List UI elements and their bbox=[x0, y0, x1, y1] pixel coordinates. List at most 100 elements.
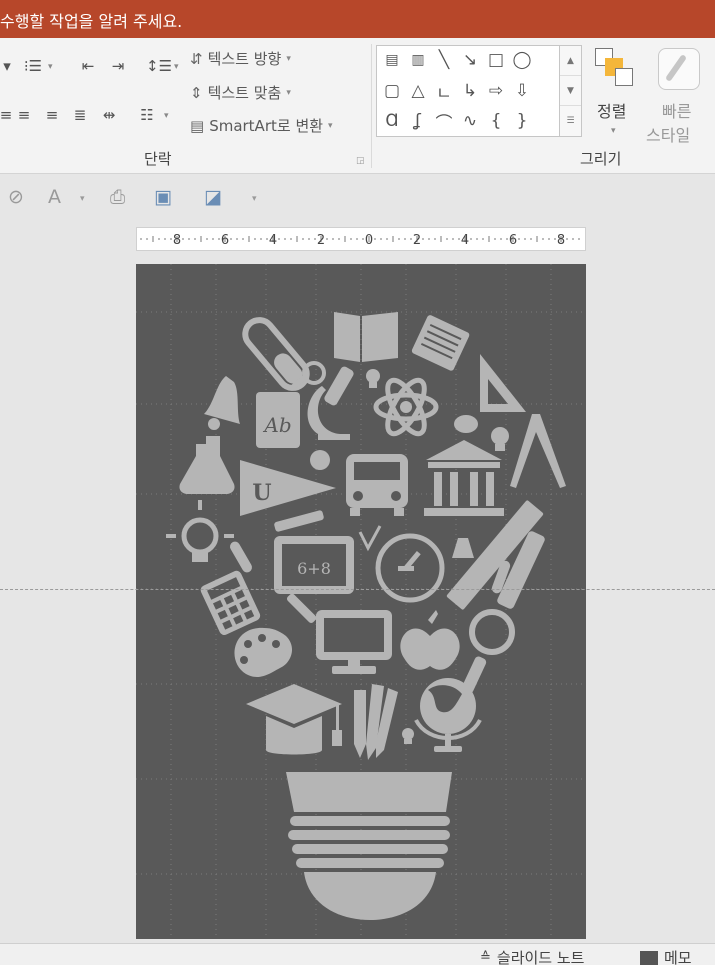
slide-canvas[interactable]: Ab U 6+8 bbox=[136, 264, 586, 939]
align-left-icon[interactable]: ≡ bbox=[0, 104, 12, 126]
ruler-label: 6 bbox=[221, 233, 229, 248]
title-bar: 수행할 작업을 알려 주세요. bbox=[0, 0, 715, 38]
notes-icon: ≙ bbox=[480, 950, 491, 965]
align-right-icon[interactable]: ≡ bbox=[40, 104, 64, 126]
paint-palette-icon bbox=[234, 627, 293, 678]
group-separator bbox=[371, 44, 372, 168]
oval-shape-icon[interactable]: ◯ bbox=[511, 49, 533, 71]
apple-icon bbox=[400, 610, 460, 670]
text-box-shape-icon[interactable]: ▤ bbox=[381, 49, 403, 71]
right-arrow-shape-icon[interactable]: ⇨ bbox=[485, 80, 507, 102]
ruler-label: 4 bbox=[461, 233, 469, 248]
bell-icon bbox=[204, 376, 240, 424]
elbow-connector-shape-icon[interactable]: ㄴ bbox=[433, 80, 455, 104]
slide-illustration: Ab U 6+8 bbox=[136, 264, 586, 939]
arc-shape-icon[interactable]: ⌒ bbox=[433, 110, 455, 134]
triangle-shape-icon[interactable]: △ bbox=[407, 80, 429, 102]
paragraph-dialog-launcher-icon[interactable]: ◲ bbox=[356, 156, 365, 166]
horizontal-guide bbox=[0, 589, 715, 590]
compass-icon bbox=[510, 414, 566, 488]
align-text-dropdown-icon: ▾ bbox=[286, 87, 291, 98]
numbering-dropdown-icon[interactable]: ▾ bbox=[48, 62, 53, 72]
columns-dropdown-icon[interactable]: ▾ bbox=[164, 111, 169, 121]
drawing-group-label: 그리기 bbox=[580, 150, 622, 168]
arrow-line-shape-icon[interactable]: ↘ bbox=[459, 49, 481, 71]
open-book-icon bbox=[334, 312, 398, 362]
justify-icon[interactable]: ≣ bbox=[68, 104, 92, 126]
text-effects-icon[interactable]: A bbox=[48, 186, 61, 208]
microscope-icon bbox=[307, 366, 354, 440]
arrange-button[interactable]: 정렬 ▾ bbox=[590, 44, 640, 140]
bulb-base-icon bbox=[286, 772, 452, 920]
quick-styles-button[interactable]: 빠른 스타일 bbox=[644, 44, 715, 145]
status-bar: ≙ 슬라이드 노트 메모 bbox=[0, 943, 715, 965]
rectangle-shape-icon[interactable]: □ bbox=[485, 49, 507, 71]
tell-me-search[interactable]: 수행할 작업을 알려 주세요. bbox=[0, 8, 182, 32]
gallery-more-icon[interactable]: ☰ bbox=[560, 106, 581, 136]
elbow-arrow-shape-icon[interactable]: ↳ bbox=[459, 80, 481, 102]
arrange-dropdown-icon: ▾ bbox=[611, 126, 616, 136]
small-apple-icon bbox=[310, 450, 330, 470]
line-spacing-dropdown-icon[interactable]: ▾ bbox=[174, 62, 179, 72]
ruler-label: 8 bbox=[557, 233, 565, 248]
text-direction-dropdown-icon: ▾ bbox=[286, 53, 291, 64]
shapes-gallery-scroller: ▲ ▼ ☰ bbox=[560, 45, 582, 137]
distributed-icon[interactable]: ⇹ bbox=[96, 104, 122, 126]
quick-styles-label-1: 빠른 bbox=[662, 102, 692, 121]
right-brace-shape-icon[interactable]: } bbox=[511, 110, 533, 132]
freeform-shape-icon[interactable]: Ɑ bbox=[381, 110, 403, 132]
picture-web-icon[interactable]: ◪ bbox=[204, 186, 222, 208]
small-pencil-icon bbox=[274, 510, 324, 532]
line-shape-icon[interactable]: ╲ bbox=[433, 49, 455, 71]
pennant-letter: U bbox=[252, 480, 271, 506]
shape-merge-icon[interactable]: ⊘ bbox=[8, 186, 24, 208]
picture-display-icon[interactable]: ▣ bbox=[154, 186, 172, 208]
paragraph-group-label: 단락 bbox=[144, 150, 172, 168]
comments-icon bbox=[640, 950, 658, 965]
numbering-icon[interactable]: ⁝☰ bbox=[20, 55, 46, 77]
graduation-cap-icon bbox=[246, 684, 342, 755]
calculator-icon bbox=[200, 570, 261, 636]
align-text-button[interactable]: ⇕ 텍스트 맞춤 ▾ bbox=[190, 82, 291, 103]
curve-shape-icon[interactable]: ∿ bbox=[459, 110, 481, 132]
text-direction-icon: ⇵ bbox=[190, 49, 203, 68]
text-direction-button[interactable]: ⇵ 텍스트 방향 ▾ bbox=[190, 48, 291, 69]
bulb-tiny-icon bbox=[402, 728, 414, 744]
gallery-scroll-down-icon[interactable]: ▼ bbox=[560, 76, 581, 106]
line-spacing-icon[interactable]: ↕☰ bbox=[146, 55, 172, 77]
smartart-convert-button[interactable]: ▤ SmartArt로 변환 ▾ bbox=[190, 115, 333, 136]
toolbar-more-icon[interactable]: ▾ bbox=[252, 194, 257, 204]
increase-indent-icon[interactable]: ⇥ bbox=[106, 55, 130, 77]
museum-icon bbox=[424, 440, 504, 516]
ruler-label: 8 bbox=[173, 233, 181, 248]
pencils-icon bbox=[354, 684, 398, 760]
left-brace-shape-icon[interactable]: { bbox=[485, 110, 507, 132]
monitor-icon bbox=[316, 610, 392, 674]
comments-button[interactable]: 메모 bbox=[640, 947, 692, 965]
magnifier-icon bbox=[461, 609, 515, 694]
smartart-dropdown-icon: ▾ bbox=[328, 120, 333, 131]
down-arrow-shape-icon[interactable]: ⇩ bbox=[511, 80, 533, 102]
text-effects-dropdown-icon[interactable]: ▾ bbox=[80, 194, 85, 204]
format-painter-icon[interactable]: ⎙ bbox=[110, 186, 125, 208]
ruler-ticks: 8 6 4 2 0 2 4 6 8 bbox=[140, 233, 580, 248]
align-center-icon[interactable]: ≡ bbox=[12, 104, 36, 126]
ruler-label: 2 bbox=[413, 233, 421, 248]
ruler-label: 6 bbox=[509, 233, 517, 248]
chalkboard-text: 6+8 bbox=[297, 559, 331, 578]
gallery-scroll-up-icon[interactable]: ▲ bbox=[560, 46, 581, 76]
scribble-shape-icon[interactable]: ʆ bbox=[407, 110, 429, 132]
ruler-label: 0 bbox=[365, 233, 373, 248]
bullets-dropdown-icon[interactable]: ▾ bbox=[0, 55, 14, 77]
decrease-indent-icon[interactable]: ⇤ bbox=[76, 55, 100, 77]
columns-icon[interactable]: ☷ bbox=[134, 104, 160, 126]
vertical-text-box-shape-icon[interactable]: ▥ bbox=[407, 49, 429, 71]
notes-button[interactable]: ≙ 슬라이드 노트 bbox=[480, 947, 584, 965]
notes-label: 슬라이드 노트 bbox=[496, 949, 585, 965]
ab-book-text: Ab bbox=[262, 413, 291, 437]
align-text-label: 텍스트 맞춤 bbox=[207, 84, 282, 102]
comments-label: 메모 bbox=[664, 949, 692, 965]
rounded-rectangle-shape-icon[interactable]: ▢ bbox=[381, 80, 403, 102]
small-bell-icon bbox=[452, 538, 474, 558]
shapes-gallery[interactable]: ▤ ▥ ╲ ↘ □ ◯ ▢ △ ㄴ ↳ ⇨ ⇩ Ɑ ʆ ⌒ ∿ { } bbox=[376, 45, 560, 137]
